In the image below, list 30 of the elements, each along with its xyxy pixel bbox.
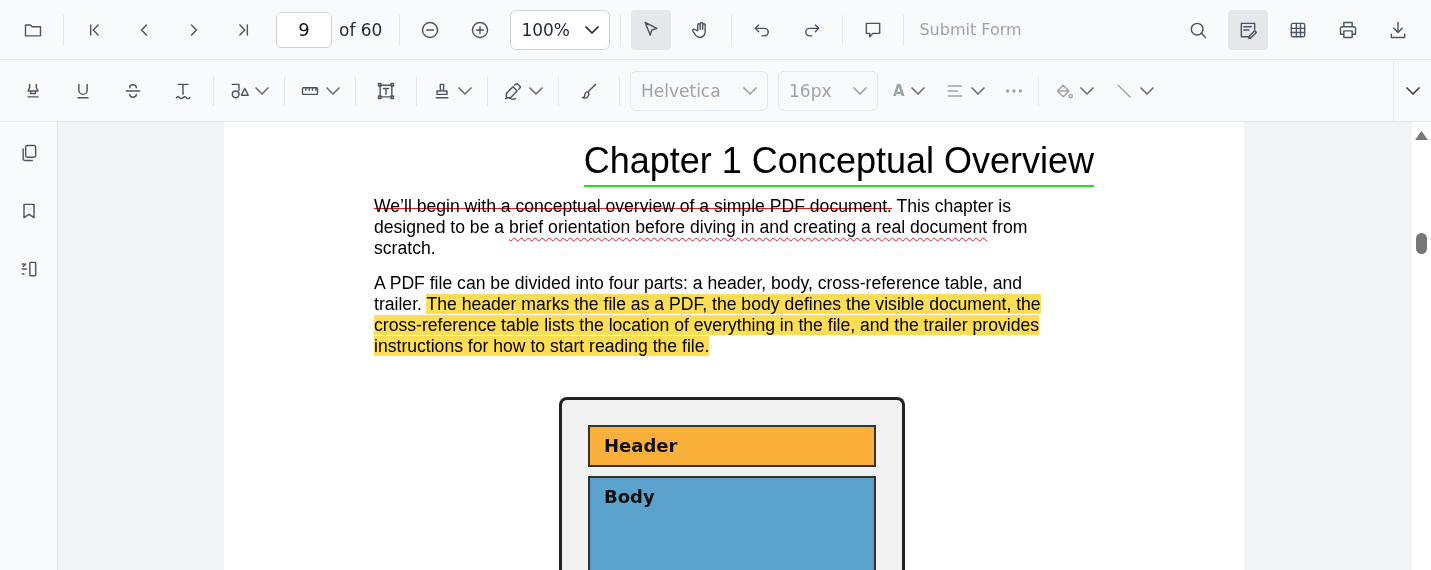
paragraph: A PDF file can be divided into four parts: a header, body, cross-reference table, and trailer. The header marks the file as a PDF, the body defines the visible document, the cross-reference table lists the location of everything in the file, and the trailer provides instructions for how to start reading the file. (374, 273, 1042, 357)
caret-icon (255, 87, 269, 95)
zoom-dropdown[interactable]: 100% (510, 9, 611, 50)
free-text-icon (376, 80, 396, 101)
caret-icon (1079, 87, 1094, 95)
caret-icon (910, 87, 925, 95)
caret-icon (585, 25, 600, 34)
page-count: of 60 (339, 19, 383, 40)
zoom-out-icon (420, 19, 441, 40)
edit-annotation-button[interactable] (1228, 9, 1268, 50)
caret-icon (529, 87, 543, 95)
print-icon (1338, 19, 1358, 40)
diagram-block: Body (588, 476, 876, 570)
signature-icon (503, 80, 523, 101)
caret-icon (853, 86, 867, 95)
page-number-field[interactable]: 9 (276, 11, 332, 48)
more-icon (1004, 87, 1023, 94)
caret-icon (970, 87, 985, 95)
chapter-title: Chapter 1 Conceptual Overview (583, 140, 1094, 187)
diagram-block: Header (588, 425, 876, 467)
download-icon (1388, 19, 1408, 40)
caret-icon (1139, 87, 1154, 95)
caret-icon (458, 87, 472, 95)
scrollbar-thumb[interactable] (1416, 233, 1427, 254)
zoom-in-icon (470, 19, 491, 40)
caret-icon (326, 87, 340, 95)
chevron-icon (1405, 86, 1420, 95)
select-tool-button[interactable] (631, 9, 672, 50)
scroll-up-icon[interactable] (1415, 131, 1428, 140)
caret-icon (743, 86, 757, 95)
